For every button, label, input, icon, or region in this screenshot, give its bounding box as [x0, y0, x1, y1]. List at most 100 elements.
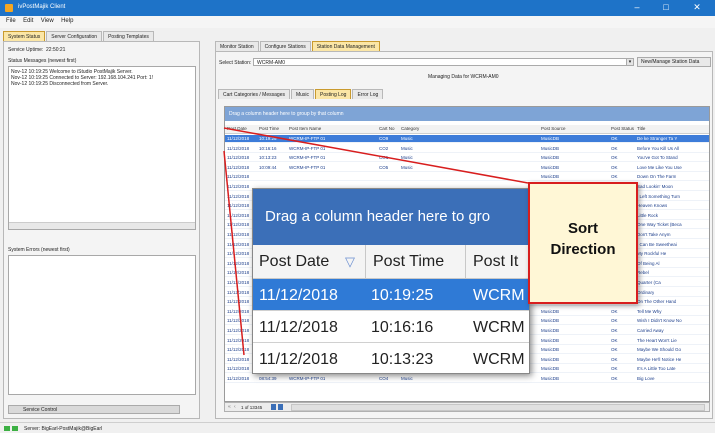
- table-row[interactable]: 11/12/2018 10:19:25 WCRM-IP-FTP 01 CO9 Music…: [225, 135, 709, 143]
- window-title: ivPostMajik Client: [18, 4, 66, 10]
- table-cell: MusicDB: [541, 174, 560, 180]
- table-cell: MusicDB: [541, 145, 560, 151]
- zoom-inset: Drag a column header here to gro Post Da…: [252, 188, 530, 374]
- table-cell: Maybe We Should Go: [637, 347, 681, 353]
- close-button[interactable]: ✕: [686, 1, 708, 14]
- table-cell: Before You Kill Us All: [637, 145, 680, 151]
- column-header[interactable]: Category: [401, 126, 419, 131]
- horizontal-scrollbar[interactable]: [9, 222, 195, 229]
- pager-first-icon[interactable]: «: [228, 404, 231, 410]
- tab-system-status[interactable]: System Status: [3, 31, 46, 41]
- table-cell: WCRM-IP-FTP 01: [289, 136, 326, 141]
- column-header[interactable]: Post Date: [227, 126, 247, 131]
- pager-next-icon[interactable]: [271, 404, 276, 410]
- table-cell: MusicDB: [541, 366, 560, 372]
- column-header[interactable]: Title: [637, 126, 645, 131]
- left-panel: Service Uptime: 22:50:21 Status Messages…: [3, 41, 200, 419]
- table-cell: 11/12/2018: [227, 184, 250, 189]
- callout-line: Sort: [568, 220, 598, 237]
- horizontal-scrollbar[interactable]: [291, 404, 705, 411]
- minimize-button[interactable]: –: [626, 1, 648, 14]
- table-cell: 11/12/2018: [227, 241, 250, 247]
- service-control-bar[interactable]: Service Control: [8, 405, 180, 414]
- pager-prev-icon[interactable]: ‹: [234, 404, 236, 410]
- column-header[interactable]: Post Item Name: [289, 126, 321, 131]
- table-cell: 11/12/2018: [227, 356, 250, 362]
- system-errors-box[interactable]: [8, 255, 196, 395]
- uptime-label: Service Uptime:: [8, 47, 44, 53]
- zoom-column-header: Post Date: [259, 253, 330, 270]
- pager-last-icon[interactable]: [278, 404, 283, 410]
- table-cell: MusicDB: [541, 318, 560, 324]
- table-cell: 11/12/2018: [227, 193, 250, 199]
- zoom-cell: WCRM: [473, 351, 525, 368]
- tab-cart-categories[interactable]: Cart Categories / Messages: [218, 89, 290, 99]
- table-cell: Quarter (Ca: [637, 280, 661, 285]
- tab-station-data-management[interactable]: Station Data Management: [311, 41, 380, 51]
- table-cell: WCRM-IP-FTP 01: [289, 164, 326, 170]
- table-cell: WCRM-IP-FTP 01: [289, 155, 326, 161]
- table-row[interactable]: 11/12/2018 10:13:23 WCRM-IP-FTP 01 CO1 Music…: [225, 154, 709, 163]
- table-cell: Ordinary: [637, 289, 655, 295]
- column-header[interactable]: Post Status: [611, 126, 634, 131]
- tab-configure-stations[interactable]: Configure Stations: [259, 41, 311, 51]
- zoom-cell: WCRM: [473, 287, 525, 304]
- grid-pager: « ‹ 1 of 13345: [224, 402, 710, 412]
- table-cell: Heaven Knows: [637, 203, 668, 209]
- table-cell: Love Me Like You Use: [637, 164, 682, 170]
- status-bar: Server: BigEarl-PostMajik@BigEarl: [0, 422, 715, 433]
- app-icon: [5, 4, 13, 12]
- tab-server-configuration[interactable]: Server Configuration: [46, 31, 103, 41]
- table-cell: Music: [401, 164, 413, 170]
- table-cell: 10:16:16: [259, 145, 277, 151]
- connection-indicator: [4, 426, 10, 431]
- table-cell: OK: [611, 164, 618, 170]
- table-cell: On The Other Hand: [637, 299, 677, 305]
- table-cell: De ke Stranger Ta Y: [637, 136, 678, 141]
- table-row[interactable]: 11/12/2018 10:16:16 WCRM-IP-FTP 01 CO2 Music…: [225, 145, 709, 153]
- column-header[interactable]: Cart No: [379, 126, 395, 131]
- select-station-label: Select Station:: [219, 60, 252, 66]
- tab-monitor-station[interactable]: Monitor Station: [215, 41, 259, 51]
- table-cell: CO5: [379, 164, 389, 170]
- group-by-panel[interactable]: Drag a column header here to group by th…: [225, 107, 709, 121]
- zoom-row: 11/12/2018 10:19:25 WCRM: [253, 279, 529, 311]
- table-cell: Music: [401, 145, 413, 151]
- table-cell: OK: [611, 174, 618, 180]
- table-cell: WCRM-IP-FTP 01: [289, 145, 326, 151]
- table-row[interactable]: 11/12/2018 MusicDB OK Down On The Farm: [225, 173, 709, 182]
- menu-file[interactable]: File: [6, 18, 16, 24]
- zoom-cell: 10:13:23: [371, 351, 434, 368]
- tab-error-log[interactable]: Error Log: [352, 89, 384, 99]
- menu-view[interactable]: View: [41, 18, 54, 24]
- column-header[interactable]: Post Source: [541, 126, 566, 131]
- menu-help[interactable]: Help: [61, 18, 73, 24]
- table-cell: It's A Little Too Late: [637, 366, 676, 372]
- status-messages-box[interactable]: Nov-12 10:19:25 Welcome to iStudio PostM…: [8, 66, 196, 230]
- status-bar-text: Server: BigEarl-PostMajik@BigEarl: [24, 426, 103, 432]
- zoom-cell: 11/12/2018: [259, 319, 338, 336]
- callout-line: Direction: [550, 241, 616, 258]
- table-cell: WCRM-IP-FTP 01: [289, 376, 326, 381]
- tab-posting-log[interactable]: Posting Log: [315, 89, 352, 99]
- new-manage-station-data-button[interactable]: New/Manage Station Data: [637, 57, 711, 67]
- table-cell: 11/12/2018: [227, 174, 250, 180]
- table-row[interactable]: 11/12/2018 08:54:39 WCRM-IP-FTP 01 CO4 Music…: [225, 375, 709, 383]
- tab-music[interactable]: Music: [290, 89, 315, 99]
- zoom-cell: WCRM: [473, 319, 525, 336]
- zoom-column-header: Post It: [473, 253, 519, 270]
- table-cell: 11/12/2018: [227, 164, 250, 170]
- station-select[interactable]: WCRM-AM0: [253, 58, 627, 66]
- table-row[interactable]: 11/12/2018 10:09:44 WCRM-IP-FTP 01 CO5 Music…: [225, 164, 709, 172]
- dropdown-arrow-icon[interactable]: ▾: [626, 58, 634, 66]
- table-cell: Big Love: [637, 376, 655, 381]
- table-cell: 11/12/2018: [227, 270, 250, 276]
- tab-posting-templates[interactable]: Posting Templates: [103, 31, 154, 41]
- sort-direction-callout: Sort Direction: [528, 182, 638, 304]
- maximize-button[interactable]: □: [655, 1, 677, 14]
- column-header[interactable]: Post Time: [259, 126, 279, 131]
- table-cell: MusicDB: [541, 328, 560, 333]
- menu-edit[interactable]: Edit: [23, 18, 33, 24]
- system-errors-label: System Errors (newest first): [8, 247, 70, 253]
- table-cell: 11/12/2018: [227, 251, 250, 257]
